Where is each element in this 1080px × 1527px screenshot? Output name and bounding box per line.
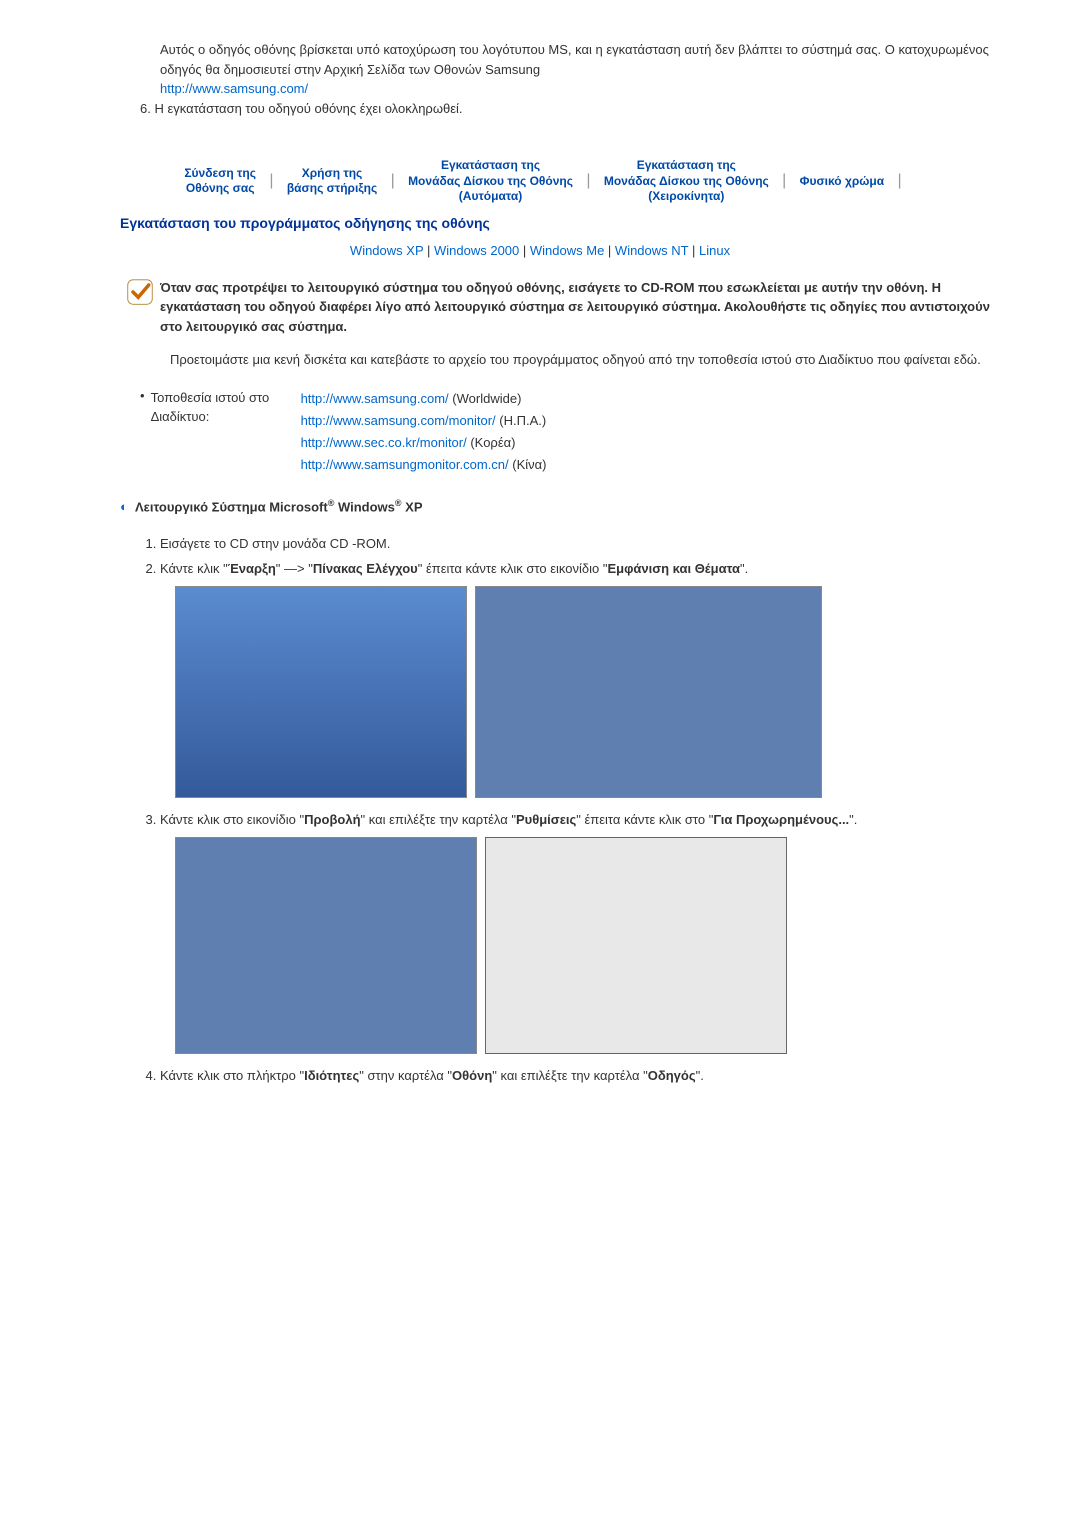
- url-list: http://www.samsung.com/ (Worldwide) http…: [301, 388, 547, 476]
- step-1: Εισάγετε το CD στην μονάδα CD -ROM.: [160, 534, 1000, 555]
- install-steps-cont2: Κάντε κλικ στο πλήκτρο "Ιδιότητες" στην …: [160, 1066, 1000, 1087]
- os-links: Windows XP | Windows 2000 | Windows Me |…: [80, 243, 1000, 258]
- os-win2000[interactable]: Windows 2000: [434, 243, 519, 258]
- install-steps: Εισάγετε το CD στην μονάδα CD -ROM. Κάντ…: [160, 534, 1000, 580]
- install-steps-cont: Κάντε κλικ στο εικονίδιο "Προβολή" και ε…: [160, 810, 1000, 831]
- info-text: Όταν σας προτρέψει το λειτουργικό σύστημ…: [160, 278, 1000, 337]
- screenshot-row-2: [175, 837, 1000, 1054]
- os-linux[interactable]: Linux: [699, 243, 730, 258]
- bullet-icon: ◐: [120, 499, 128, 514]
- screenshot-start-menu: [175, 586, 467, 798]
- step-4: Κάντε κλικ στο πλήκτρο "Ιδιότητες" στην …: [160, 1066, 1000, 1087]
- info-box: Όταν σας προτρέψει το λειτουργικό σύστημ…: [120, 278, 1000, 337]
- url-usa[interactable]: http://www.samsung.com/monitor/: [301, 413, 496, 428]
- os-winxp[interactable]: Windows XP: [350, 243, 423, 258]
- nav-natural-color[interactable]: Φυσικό χρώμα: [792, 174, 893, 190]
- bullet-icon: •: [140, 388, 151, 476]
- nav-stand[interactable]: Χρήση της βάσης στήριξης: [279, 166, 385, 197]
- screenshot-display-properties: [485, 837, 787, 1054]
- intro-paragraph: Αυτός ο οδηγός οθόνης βρίσκεται υπό κατο…: [160, 40, 1000, 99]
- url-korea[interactable]: http://www.sec.co.kr/monitor/: [301, 435, 467, 450]
- nav-install-auto[interactable]: Εγκατάσταση της Μονάδας Δίσκου της Οθόνη…: [400, 158, 581, 205]
- step-2: Κάντε κλικ "Έναρξη" —> "Πίνακας Ελέγχου"…: [160, 559, 1000, 580]
- section-heading: Εγκατάσταση του προγράμματος οδήγησης τη…: [120, 215, 1000, 231]
- os-subheading: ◐ Λειτουργικό Σύστημα Microsoft® Windows…: [120, 498, 1000, 514]
- url-china[interactable]: http://www.samsungmonitor.com.cn/: [301, 457, 509, 472]
- screenshot-appearance-themes: [175, 837, 477, 1054]
- nav-install-manual[interactable]: Εγκατάσταση της Μονάδας Δίσκου της Οθόνη…: [596, 158, 777, 205]
- step-6: 6. Η εγκατάσταση του οδηγού οθόνης έχει …: [140, 99, 1000, 119]
- website-label: Τοποθεσία ιστού στο Διαδίκτυο:: [151, 388, 301, 476]
- note-text: Προετοιμάστε μια κενή δισκέτα και κατεβά…: [170, 350, 1000, 370]
- screenshot-control-panel: [475, 586, 822, 798]
- check-icon: [120, 278, 160, 309]
- nav-connect[interactable]: Σύνδεση της Οθόνης σας: [176, 166, 264, 197]
- website-section: • Τοποθεσία ιστού στο Διαδίκτυο: http://…: [140, 388, 1000, 476]
- url-worldwide[interactable]: http://www.samsung.com/: [301, 391, 449, 406]
- screenshot-row-1: [175, 586, 1000, 798]
- os-winnt[interactable]: Windows NT: [615, 243, 688, 258]
- samsung-link[interactable]: http://www.samsung.com/: [160, 81, 308, 96]
- step-3: Κάντε κλικ στο εικονίδιο "Προβολή" και ε…: [160, 810, 1000, 831]
- section-nav: Σύνδεση της Οθόνης σας | Χρήση της βάσης…: [80, 158, 1000, 205]
- os-winme[interactable]: Windows Me: [530, 243, 604, 258]
- intro-text: Αυτός ο οδηγός οθόνης βρίσκεται υπό κατο…: [160, 42, 989, 77]
